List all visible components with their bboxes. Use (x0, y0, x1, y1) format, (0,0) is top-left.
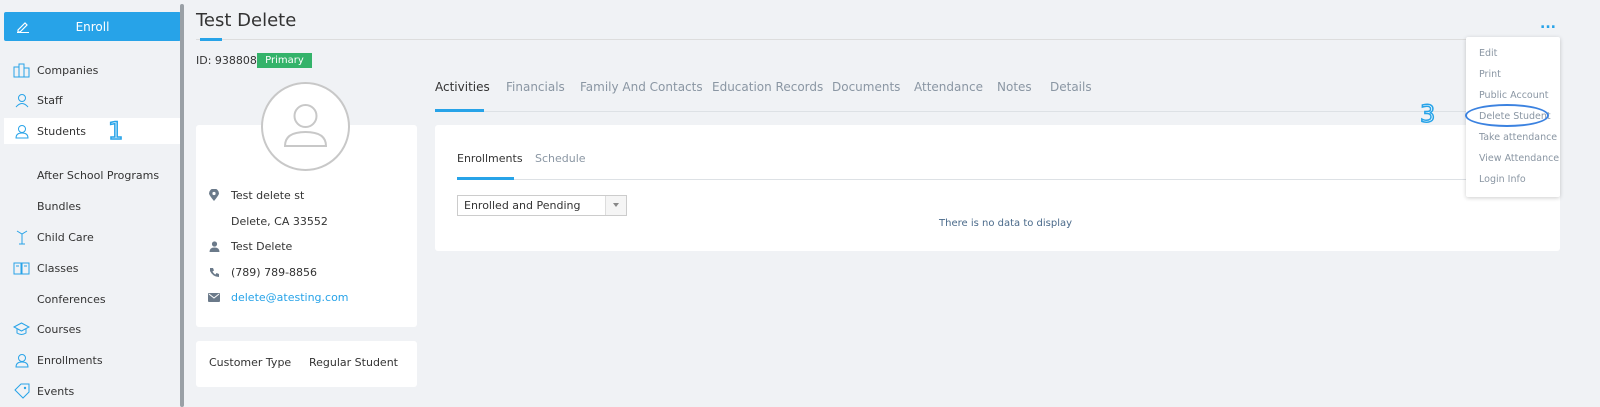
sidebar-item-label: Classes (37, 261, 79, 275)
highlight-ellipse (1465, 104, 1549, 127)
menu-item-login-info[interactable]: Login Info (1479, 174, 1526, 185)
mail-icon (207, 290, 221, 304)
sidebar-item-label: Bundles (37, 199, 82, 213)
tab-notes[interactable]: Notes (997, 80, 1032, 94)
sidebar-item-companies[interactable]: Companies (0, 57, 180, 83)
sidebar-item-classes[interactable]: Classes (0, 255, 180, 281)
sidebar-item-label: After School Programs (37, 168, 160, 182)
enroll-button[interactable]: Enroll (4, 12, 181, 41)
sidebar: Enroll Companies Staff Students After Sc… (0, 0, 184, 407)
more-options-button[interactable]: ... (1540, 16, 1556, 32)
sidebar-item-after-school-programs[interactable]: After School Programs (0, 162, 180, 188)
menu-item-print[interactable]: Print (1479, 69, 1501, 80)
tab-attendance[interactable]: Attendance (914, 80, 983, 94)
book-icon (13, 260, 30, 277)
tab-financials[interactable]: Financials (506, 80, 565, 94)
sidebar-item-label: Staff (37, 93, 63, 107)
sidebar-item-label: Companies (37, 63, 99, 77)
tab-documents[interactable]: Documents (832, 80, 900, 94)
tab-education-records[interactable]: Education Records (712, 80, 823, 94)
menu-item-public-account[interactable]: Public Account (1479, 90, 1549, 101)
enrollment-filter-select[interactable]: Enrolled and Pending (457, 195, 627, 216)
tab-divider (435, 111, 1560, 112)
title-divider (196, 39, 1560, 40)
step-annotation-1: 1 (107, 116, 124, 146)
enroll-label: Enroll (75, 19, 110, 34)
tab-activities[interactable]: Activities (435, 80, 490, 94)
tab-family-and-contacts[interactable]: Family And Contacts (580, 80, 703, 94)
location-pin-icon (207, 188, 221, 202)
sidebar-item-staff[interactable]: Staff (0, 87, 180, 113)
tab-details[interactable]: Details (1050, 80, 1092, 94)
avatar (261, 82, 350, 171)
sidebar-item-courses[interactable]: Courses (0, 316, 180, 342)
person-icon (283, 104, 328, 147)
graduation-cap-icon (13, 321, 30, 338)
active-subtab-underline (457, 177, 514, 180)
sidebar-item-label: Child Care (37, 230, 94, 244)
step-annotation-3: 3 (1419, 99, 1436, 129)
sidebar-scrollbar[interactable] (180, 4, 184, 407)
sidebar-item-label: Courses (37, 322, 82, 336)
primary-badge: Primary (257, 53, 312, 68)
building-icon (13, 62, 30, 79)
menu-item-view-attendance[interactable]: View Attendance (1479, 153, 1559, 164)
user-icon (13, 352, 30, 369)
address-line-1-text: Test delete st (231, 188, 305, 202)
phone-number: (789) 789-8856 (231, 265, 318, 279)
child-care-icon (13, 229, 30, 246)
active-tab-underline (435, 109, 484, 112)
title-underline (200, 38, 222, 41)
sidebar-item-enrollments[interactable]: Enrollments (0, 347, 180, 373)
student-id: ID: 9388087 (196, 54, 264, 67)
staff-icon (13, 92, 30, 109)
customer-type-card: Customer Type Regular Student (196, 341, 417, 387)
email-link[interactable]: delete@atesting.com (231, 291, 349, 304)
sidebar-item-conferences[interactable]: Conferences (0, 286, 180, 312)
sidebar-item-child-care[interactable]: Child Care (0, 224, 180, 250)
tag-icon (13, 383, 30, 400)
subtab-schedule[interactable]: Schedule (535, 152, 586, 165)
sidebar-item-label: Enrollments (37, 353, 103, 367)
chevron-down-icon (605, 196, 626, 215)
activities-panel (435, 125, 1560, 251)
page-title: Test Delete (196, 10, 297, 31)
sidebar-item-students[interactable]: Students (4, 118, 181, 144)
sidebar-item-events[interactable]: Events (0, 378, 180, 404)
user-icon (13, 123, 30, 140)
sidebar-item-label: Events (37, 384, 75, 398)
customer-type-label: Customer Type (209, 356, 292, 369)
menu-item-take-attendance[interactable]: Take attendance (1479, 132, 1557, 143)
subtab-enrollments[interactable]: Enrollments (457, 152, 523, 165)
subtab-divider (457, 179, 1547, 180)
sidebar-item-label: Conferences (37, 292, 106, 306)
enrollment-filter-value: Enrolled and Pending (464, 199, 581, 212)
sidebar-item-label: Students (37, 124, 87, 138)
menu-item-edit[interactable]: Edit (1479, 48, 1497, 59)
customer-type-value: Regular Student (309, 356, 398, 369)
person-icon (207, 239, 221, 253)
phone-icon (207, 265, 221, 279)
address-line-2-text: Delete, CA 33552 (231, 214, 328, 228)
empty-state-message: There is no data to display (939, 218, 1073, 229)
student-name: Test Delete (231, 239, 293, 253)
sidebar-item-bundles[interactable]: Bundles (0, 193, 180, 219)
